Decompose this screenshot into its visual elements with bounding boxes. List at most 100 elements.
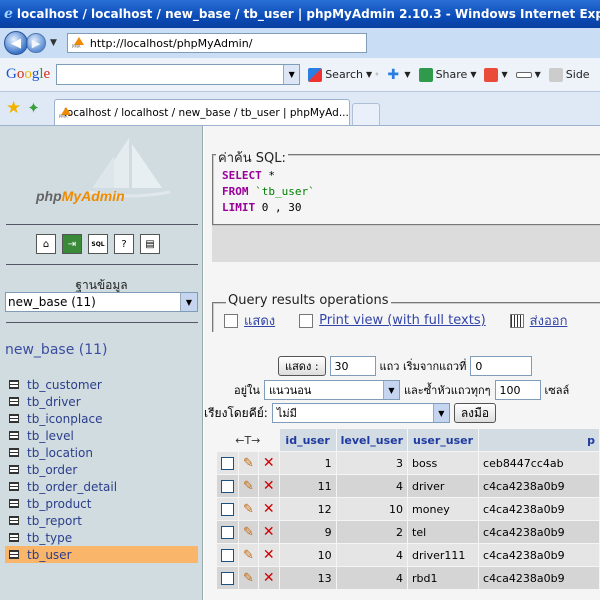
edit-cell: ✎ <box>239 475 258 497</box>
sort-key-select[interactable]: ไม่มี ▼ <box>271 403 450 423</box>
table-item[interactable]: tb_product <box>5 495 198 512</box>
new-tab-button[interactable] <box>351 103 380 125</box>
database-title-link[interactable]: new_base (11) <box>5 342 108 358</box>
show-button[interactable]: แสดง : <box>278 356 326 376</box>
table-item-label[interactable]: tb_customer <box>27 378 102 392</box>
row-checkbox[interactable] <box>221 571 234 585</box>
chevron-down-icon[interactable]: ▼ <box>432 404 449 422</box>
column-arrange-header[interactable]: ←T→ <box>217 429 279 451</box>
left-navigation-pane: phpMyAdmin ⌂ ⇥ SQL ? ▤ ฐานข้อมูล new_bas… <box>0 126 203 600</box>
pencil-icon[interactable]: ✎ <box>243 479 254 494</box>
pencil-icon[interactable]: ✎ <box>243 571 254 586</box>
table-icon[interactable] <box>9 448 19 457</box>
table-item-label[interactable]: tb_iconplace <box>27 412 103 426</box>
pagerank-button[interactable]: ▼ <box>515 70 541 79</box>
table-item-label[interactable]: tb_order <box>27 463 77 477</box>
docs-icon[interactable]: ▤ <box>140 234 160 254</box>
row-checkbox[interactable] <box>221 525 234 539</box>
delete-x-icon[interactable]: ✕ <box>263 547 275 563</box>
export-link[interactable]: ส่งออก <box>509 310 567 331</box>
sql-keyword[interactable]: SELECT <box>222 169 262 182</box>
table-item-label[interactable]: tb_product <box>27 497 91 511</box>
table-item-label[interactable]: tb_level <box>27 429 74 443</box>
table-icon[interactable] <box>9 465 19 474</box>
add-favorites-icon[interactable]: ✦ <box>27 99 40 117</box>
delete-x-icon[interactable]: ✕ <box>263 478 275 494</box>
chevron-down-icon[interactable]: ▼ <box>283 65 300 84</box>
share-button[interactable]: Share ▼ <box>418 67 476 82</box>
table-item[interactable]: tb_driver <box>5 393 198 410</box>
table-icon[interactable] <box>9 482 19 491</box>
sql-keyword[interactable]: FROM <box>222 185 249 198</box>
help-icon[interactable]: ? <box>114 234 134 254</box>
url-field[interactable]: http://localhost/phpMyAdmin/ <box>66 33 367 53</box>
pencil-icon[interactable]: ✎ <box>243 502 254 517</box>
favorites-star-icon[interactable]: ★ <box>6 98 21 118</box>
bookmark-button[interactable]: ▼ <box>484 67 508 82</box>
start-row-input[interactable]: 0 <box>470 356 533 376</box>
pencil-icon[interactable]: ✎ <box>243 456 254 471</box>
table-item-label[interactable]: tb_report <box>27 514 82 528</box>
column-header-level-user[interactable]: level_user <box>336 429 408 451</box>
column-header-password[interactable]: p <box>479 429 599 451</box>
table-item-label[interactable]: tb_order_detail <box>27 480 117 494</box>
delete-x-icon[interactable]: ✕ <box>263 524 275 540</box>
exit-icon[interactable]: ⇥ <box>62 234 82 254</box>
table-item[interactable]: tb_iconplace <box>5 410 198 427</box>
table-item-label[interactable]: tb_location <box>27 446 93 460</box>
table-item[interactable]: tb_order_detail <box>5 478 198 495</box>
go-button[interactable]: ลงมือ <box>453 403 497 423</box>
table-item-label[interactable]: tb_driver <box>27 395 81 409</box>
delete-x-icon[interactable]: ✕ <box>263 501 275 517</box>
table-icon[interactable] <box>9 431 19 440</box>
history-dropdown-icon[interactable]: ▼ <box>50 38 57 48</box>
print-view-link[interactable]: แสดง <box>224 310 275 331</box>
table-item[interactable]: tb_order <box>5 461 198 478</box>
column-header-id-user[interactable]: id_user <box>279 429 336 451</box>
sql-icon[interactable]: SQL <box>88 234 108 254</box>
table-icon[interactable] <box>9 414 19 423</box>
home-icon[interactable]: ⌂ <box>36 234 56 254</box>
table-item[interactable]: tb_customer <box>5 376 198 393</box>
delete-x-icon[interactable]: ✕ <box>263 570 275 586</box>
plus-button[interactable]: ✚ ▼ <box>387 68 410 82</box>
pencil-icon[interactable]: ✎ <box>243 548 254 563</box>
pencil-icon[interactable]: ✎ <box>243 525 254 540</box>
tab-active[interactable]: localhost / localhost / new_base / tb_us… <box>53 99 350 125</box>
column-header-user-user[interactable]: user_user <box>408 429 479 451</box>
google-search-input[interactable]: ▼ <box>56 64 301 85</box>
row-checkbox[interactable] <box>221 548 234 562</box>
table-item[interactable]: tb_level <box>5 427 198 444</box>
rows-input[interactable]: 30 <box>329 356 376 376</box>
table-item-label[interactable]: tb_user <box>27 548 72 562</box>
chevron-down-icon[interactable]: ▼ <box>180 293 197 311</box>
table-item[interactable]: tb_report <box>5 512 198 529</box>
table-item-active[interactable]: tb_user <box>5 546 198 563</box>
chevron-down-icon[interactable]: ▼ <box>382 381 399 399</box>
table-item[interactable]: tb_location <box>5 444 198 461</box>
table-item[interactable]: tb_type <box>5 529 198 546</box>
phpmyadmin-logo[interactable]: phpMyAdmin <box>36 188 125 204</box>
delete-x-icon[interactable]: ✕ <box>263 455 275 471</box>
table-icon[interactable] <box>9 397 19 406</box>
table-icon[interactable] <box>9 533 19 542</box>
row-checkbox[interactable] <box>221 502 234 516</box>
sql-keyword[interactable]: LIMIT <box>222 201 255 214</box>
google-search-button[interactable]: Search ▼ ◦ <box>308 67 379 82</box>
table-icon[interactable] <box>9 516 19 525</box>
table-icon[interactable] <box>9 499 19 508</box>
database-select[interactable]: new_base (11) ▼ <box>5 292 198 312</box>
back-button[interactable]: ◀ <box>4 31 28 55</box>
row-checkbox[interactable] <box>221 456 234 470</box>
forward-button[interactable]: ▶ <box>26 33 46 53</box>
print-view-full-link[interactable]: Print view (with full texts) <box>299 310 486 331</box>
display-mode-select[interactable]: แนวนอน ▼ <box>263 380 400 400</box>
sort-label: เรียงโดยคีย์: <box>204 405 268 420</box>
row-checkbox[interactable] <box>221 479 234 493</box>
table-icon[interactable] <box>9 550 19 559</box>
table-icon[interactable] <box>9 380 19 389</box>
display-mode-value: แนวนอน <box>268 384 312 397</box>
sidewiki-button[interactable]: Side <box>548 67 590 82</box>
repeat-headers-input[interactable]: 100 <box>494 380 541 400</box>
table-item-label[interactable]: tb_type <box>27 531 72 545</box>
